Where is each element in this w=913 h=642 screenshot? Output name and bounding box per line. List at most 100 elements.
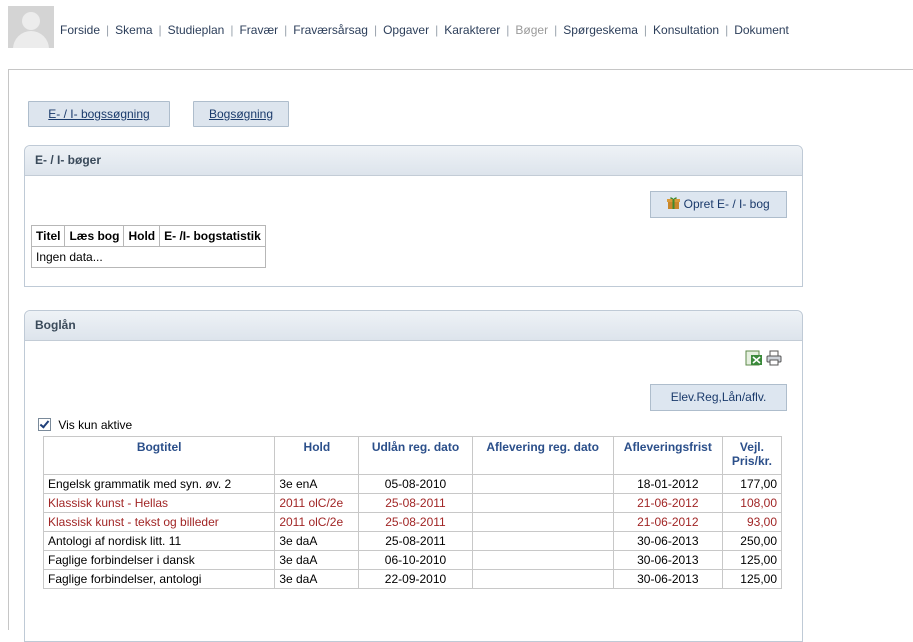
only-active-label: Vis kun aktive	[58, 418, 133, 432]
nav-separator: |	[725, 23, 729, 37]
ebooks-col-hold: Hold	[123, 225, 161, 247]
ebook-search-tab[interactable]: E- / I- bogssøgning	[28, 101, 170, 127]
nav-separator: |	[643, 23, 648, 37]
loan-title-cell: Klassisk kunst - tekst og billeder	[42, 512, 276, 532]
nav-item-fravær[interactable]: Fravær	[239, 23, 278, 37]
loan-row: Klassisk kunst - tekst og billeder 2011 o…	[42, 512, 783, 532]
loans-col-title: Bogtitel	[42, 436, 276, 475]
loan-date-cell: 25-08-2011	[358, 493, 473, 513]
loan-row: Faglige forbindelser, antologi 3e daA 22-0…	[42, 569, 783, 589]
book-search-tab[interactable]: Bogsøgning	[193, 101, 289, 127]
loan-row: Faglige forbindelser i dansk 3e daA 06-10-…	[42, 550, 783, 570]
ebooks-panel: E- / I- bøger Opret E- / I- bog Titel Læ…	[24, 145, 803, 287]
nav-separator: |	[373, 23, 378, 37]
loan-return-date-cell	[471, 474, 614, 494]
loan-row: Engelsk grammatik med syn. øv. 2 3e enA 05…	[42, 474, 783, 494]
loan-date-cell: 25-08-2011	[358, 512, 473, 532]
nav-item-studieplan[interactable]: Studieplan	[168, 23, 225, 37]
nav-separator: |	[284, 23, 288, 37]
loans-panel: Boglån Elev.Reg,Lån/aflv. Vis kun aktive	[24, 310, 803, 642]
loan-return-date-cell	[471, 569, 614, 589]
loan-deadline-cell: 21-06-2012	[612, 512, 723, 532]
loan-hold-cell: 3e daA	[274, 550, 360, 570]
register-loan-button[interactable]: Elev.Reg,Lån/aflv.	[650, 384, 787, 411]
excel-export-icon[interactable]	[745, 350, 763, 366]
main-navigation: Forside | Skema | Studieplan | Fravær | Fraværså…	[60, 23, 789, 37]
nav-item-fraværsårsag[interactable]: Fraværsårsag	[293, 23, 368, 37]
create-ebook-button[interactable]: Opret E- / I- bog	[650, 191, 787, 218]
nav-separator: |	[106, 23, 110, 37]
loans-col-deadline: Afleveringsfrist	[612, 436, 723, 475]
nav-item-skema[interactable]: Skema	[115, 23, 152, 37]
loan-title-cell: Faglige forbindelser, antologi	[42, 569, 276, 589]
loan-return-date-cell	[471, 550, 614, 570]
create-ebook-label: Opret E- / I- bog	[683, 197, 770, 211]
loan-deadline-cell: 21-06-2012	[612, 493, 723, 513]
loan-return-date-cell	[471, 493, 614, 513]
loan-price-cell: 125,00	[721, 550, 783, 570]
loans-toolbar	[745, 350, 782, 366]
loan-return-date-cell	[471, 512, 614, 532]
only-active-checkbox[interactable]	[38, 418, 51, 431]
loan-deadline-cell: 30-06-2013	[612, 531, 723, 551]
nav-item-spørgeskema[interactable]: Spørgeskema	[563, 23, 638, 37]
loans-table: Bogtitel Hold Udlån reg. dato Aflevering…	[42, 436, 783, 589]
nav-separator: |	[230, 23, 234, 37]
ebooks-empty-row: Ingen data...	[31, 246, 266, 268]
loan-deadline-cell: 30-06-2013	[612, 569, 723, 589]
loans-table-header-row: Bogtitel Hold Udlån reg. dato Aflevering…	[42, 436, 783, 475]
loan-date-cell: 25-08-2011	[358, 531, 473, 551]
loans-panel-header: Boglån	[25, 311, 802, 341]
nav-separator: |	[554, 23, 558, 37]
loan-price-cell: 250,00	[721, 531, 783, 551]
avatar-shoulders	[13, 31, 49, 48]
loan-title-cell: Engelsk grammatik med syn. øv. 2	[42, 474, 276, 494]
nav-separator: |	[158, 23, 162, 37]
loans-col-return-date: Aflevering reg. dato	[471, 436, 614, 475]
main-content: E- / I- bogssøgning Bogsøgning E- / I- b…	[8, 69, 913, 642]
loan-date-cell: 22-09-2010	[358, 569, 473, 589]
loan-return-date-cell	[471, 531, 614, 551]
loan-title-cell: Faglige forbindelser i dansk	[42, 550, 276, 570]
gift-icon	[667, 197, 681, 209]
loan-hold-cell: 3e daA	[274, 569, 360, 589]
avatar	[8, 6, 54, 48]
loan-deadline-cell: 18-01-2012	[612, 474, 723, 494]
nav-item-dokument[interactable]: Dokument	[734, 23, 789, 37]
nav-item-karakterer[interactable]: Karakterer	[444, 23, 500, 37]
loan-price-cell: 93,00	[721, 512, 783, 532]
nav-separator: |	[435, 23, 439, 37]
nav-item-konsultation[interactable]: Konsultation	[653, 23, 719, 37]
loan-row: Antologi af nordisk litt. 11 3e daA 25-08-…	[42, 531, 783, 551]
loans-col-hold: Hold	[274, 436, 360, 475]
ebook-search-tab-label: E- / I- bogssøgning	[48, 107, 150, 121]
only-active-filter[interactable]: Vis kun aktive	[38, 418, 132, 432]
loan-hold-cell: 2011 olC/2e	[274, 493, 360, 513]
loan-hold-cell: 3e daA	[274, 531, 360, 551]
loan-row: Klassisk kunst - Hellas 2011 olC/2e 25-08-…	[42, 493, 783, 513]
ebooks-panel-header: E- / I- bøger	[25, 146, 802, 176]
print-icon[interactable]	[766, 350, 782, 366]
nav-separator: |	[506, 23, 510, 37]
loans-col-price: Vejl. Pris/kr.	[721, 436, 783, 475]
ebooks-col-stats: E- /I- bogstatistik	[159, 225, 266, 247]
loan-title-cell: Antologi af nordisk litt. 11	[42, 531, 276, 551]
loan-hold-cell: 2011 olC/2e	[274, 512, 360, 532]
nav-item-forside[interactable]: Forside	[60, 23, 100, 37]
avatar-head	[22, 12, 40, 30]
nav-item-bøger: Bøger	[515, 23, 549, 37]
ebooks-col-read: Læs bog	[64, 225, 125, 247]
ebooks-empty-text: Ingen data...	[31, 246, 266, 268]
ebooks-col-title: Titel	[30, 225, 66, 247]
loan-price-cell: 125,00	[721, 569, 783, 589]
loan-price-cell: 108,00	[721, 493, 783, 513]
loan-price-cell: 177,00	[721, 474, 783, 494]
loans-col-loan-date: Udlån reg. dato	[358, 436, 473, 475]
loan-date-cell: 05-08-2010	[358, 474, 473, 494]
ebooks-table: Titel Læs bog Hold E- /I- bogstatistik I…	[30, 225, 266, 268]
loan-date-cell: 06-10-2010	[358, 550, 473, 570]
ebooks-table-header-row: Titel Læs bog Hold E- /I- bogstatistik	[30, 225, 266, 247]
nav-item-opgaver[interactable]: Opgaver	[383, 23, 429, 37]
loan-deadline-cell: 30-06-2013	[612, 550, 723, 570]
loans-table-body: Engelsk grammatik med syn. øv. 2 3e enA 05…	[42, 474, 783, 589]
